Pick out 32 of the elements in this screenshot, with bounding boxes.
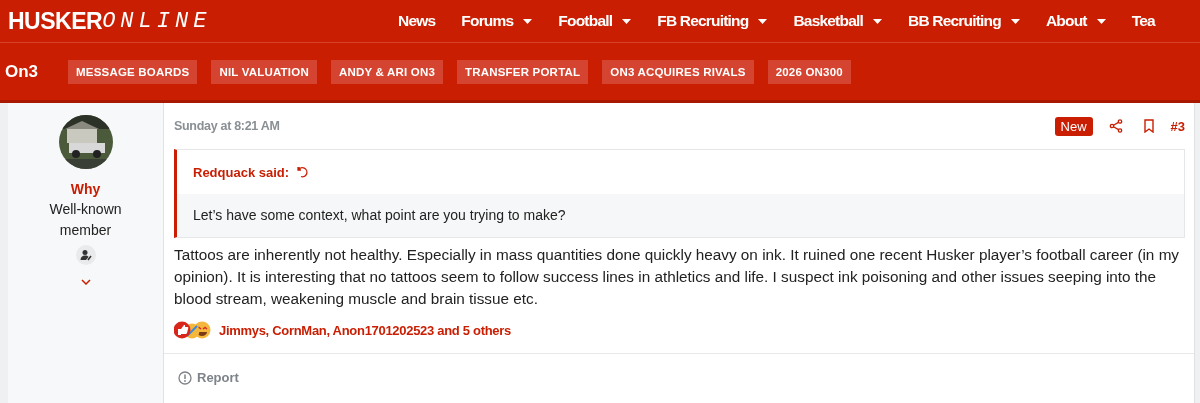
subnav-link[interactable]: ANDY & ARI ON3 [330, 59, 443, 84]
site-logo[interactable]: HUSKERONLINE [8, 7, 398, 35]
subnav-link[interactable]: ON3 ACQUIRES RIVALS [602, 59, 754, 84]
on3-logo[interactable]: On3 [5, 61, 39, 82]
nav-link[interactable]: Basketball [793, 12, 882, 30]
bookmark-icon[interactable] [1142, 119, 1155, 133]
alert-icon [178, 370, 192, 385]
undo-arrow-icon[interactable] [297, 166, 310, 178]
subnav-link[interactable]: NIL VALUATION [211, 59, 317, 84]
subnav-link[interactable]: TRANSFER PORTAL [457, 59, 589, 84]
reaction-names[interactable]: Jimmys, CornMan, Anon1701202523 and 5 others [219, 322, 511, 338]
post-time[interactable]: Sunday at 8:21 AM [174, 119, 1055, 133]
post-body: Tattoos are inherently not healthy. Especially in mass quantities done quickly heavy on ink. It ruined one recent Husker player’s football career (in my opinion). It is interesting that no tattoos seem to follow success lines in athletics and life. I suspect ink poisoning and other issues seeping into the blood stream, weakening muscle and brain tissue etc. [174, 245, 1181, 309]
nav-link[interactable]: Football [558, 12, 632, 30]
share-icon[interactable] [1108, 119, 1123, 133]
subnav-link[interactable]: MESSAGE BOARDS [68, 59, 198, 84]
subnav-link[interactable]: 2026 ON300 [767, 59, 851, 84]
new-badge: New [1054, 116, 1093, 136]
nav-link[interactable]: News [398, 12, 436, 30]
nav-link[interactable]: About [1045, 12, 1106, 30]
nav-link[interactable]: Tea [1131, 12, 1155, 30]
username[interactable]: Why [70, 181, 101, 197]
chevron-down-icon[interactable] [80, 279, 91, 285]
nav-link[interactable]: BB Recruiting [908, 12, 1020, 30]
quote-author[interactable]: Redquack said: [193, 164, 290, 180]
user-title: Well-known member [48, 200, 123, 240]
report-link[interactable]: Report [178, 370, 239, 385]
nav-link[interactable]: Forums [461, 12, 533, 30]
nav-link[interactable]: FB Recruiting [657, 12, 768, 30]
post-number[interactable]: #3 [1170, 118, 1185, 134]
quote-text: Let’s have some context, what point are you trying to make? [177, 194, 1184, 237]
user-badge-icon [75, 245, 96, 265]
